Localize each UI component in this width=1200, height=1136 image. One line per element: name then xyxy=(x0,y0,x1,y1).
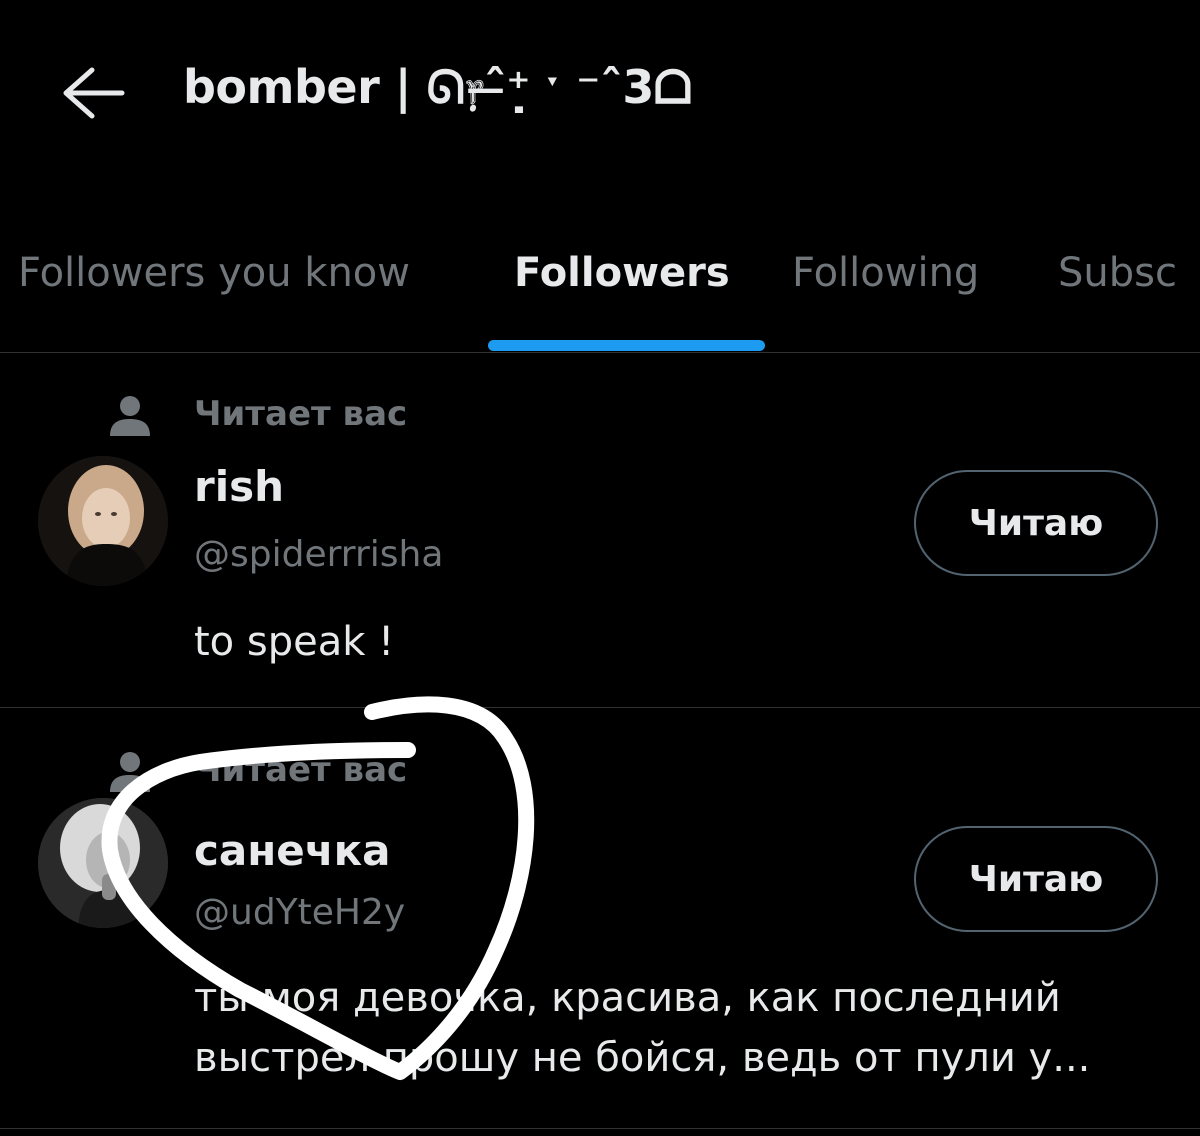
display-name[interactable]: rish xyxy=(194,462,284,511)
tab-followers-you-know[interactable]: Followers you know xyxy=(18,250,410,296)
follows-you-label: Читает вас xyxy=(194,750,408,790)
follows-you-row: Читает вас xyxy=(108,392,407,438)
avatar[interactable] xyxy=(38,798,168,928)
following-button[interactable]: Читаю xyxy=(914,826,1158,932)
tab-followers[interactable]: Followers xyxy=(514,250,730,296)
user-cell[interactable]: Читает вас санечка @udYteH2y Читаю ты мо… xyxy=(0,708,1200,1129)
follows-you-row: Читает вас xyxy=(108,748,407,794)
back-arrow-icon[interactable] xyxy=(58,62,128,124)
tab-bar: Followers you know Followers Following S… xyxy=(0,240,1200,353)
follows-you-label: Читает вас xyxy=(194,394,408,434)
tab-following[interactable]: Following xyxy=(792,250,979,296)
user-bio: to speak ! xyxy=(194,619,395,665)
top-bar: bomber | ᘏ᥅ˆ̶⁺̣ ˑ ⁻ˆ3ᗝ xyxy=(0,0,1200,190)
user-handle: @udYteH2y xyxy=(194,892,406,933)
person-icon xyxy=(110,396,150,436)
display-name[interactable]: санечка xyxy=(194,826,390,875)
active-tab-indicator xyxy=(488,340,765,351)
user-handle: @spiderrrisha xyxy=(194,534,444,575)
user-cell[interactable]: Читает вас rish @spiderrrisha Читаю to s… xyxy=(0,352,1200,708)
tab-subscriptions[interactable]: Subsc xyxy=(1058,250,1177,296)
user-bio: ты моя девочка, красива, как последний в… xyxy=(194,975,1091,1081)
following-button[interactable]: Читаю xyxy=(914,470,1158,576)
person-icon xyxy=(110,752,150,792)
profile-title: bomber | ᘏ᥅ˆ̶⁺̣ ˑ ⁻ˆ3ᗝ xyxy=(183,60,692,114)
avatar[interactable] xyxy=(38,456,168,586)
